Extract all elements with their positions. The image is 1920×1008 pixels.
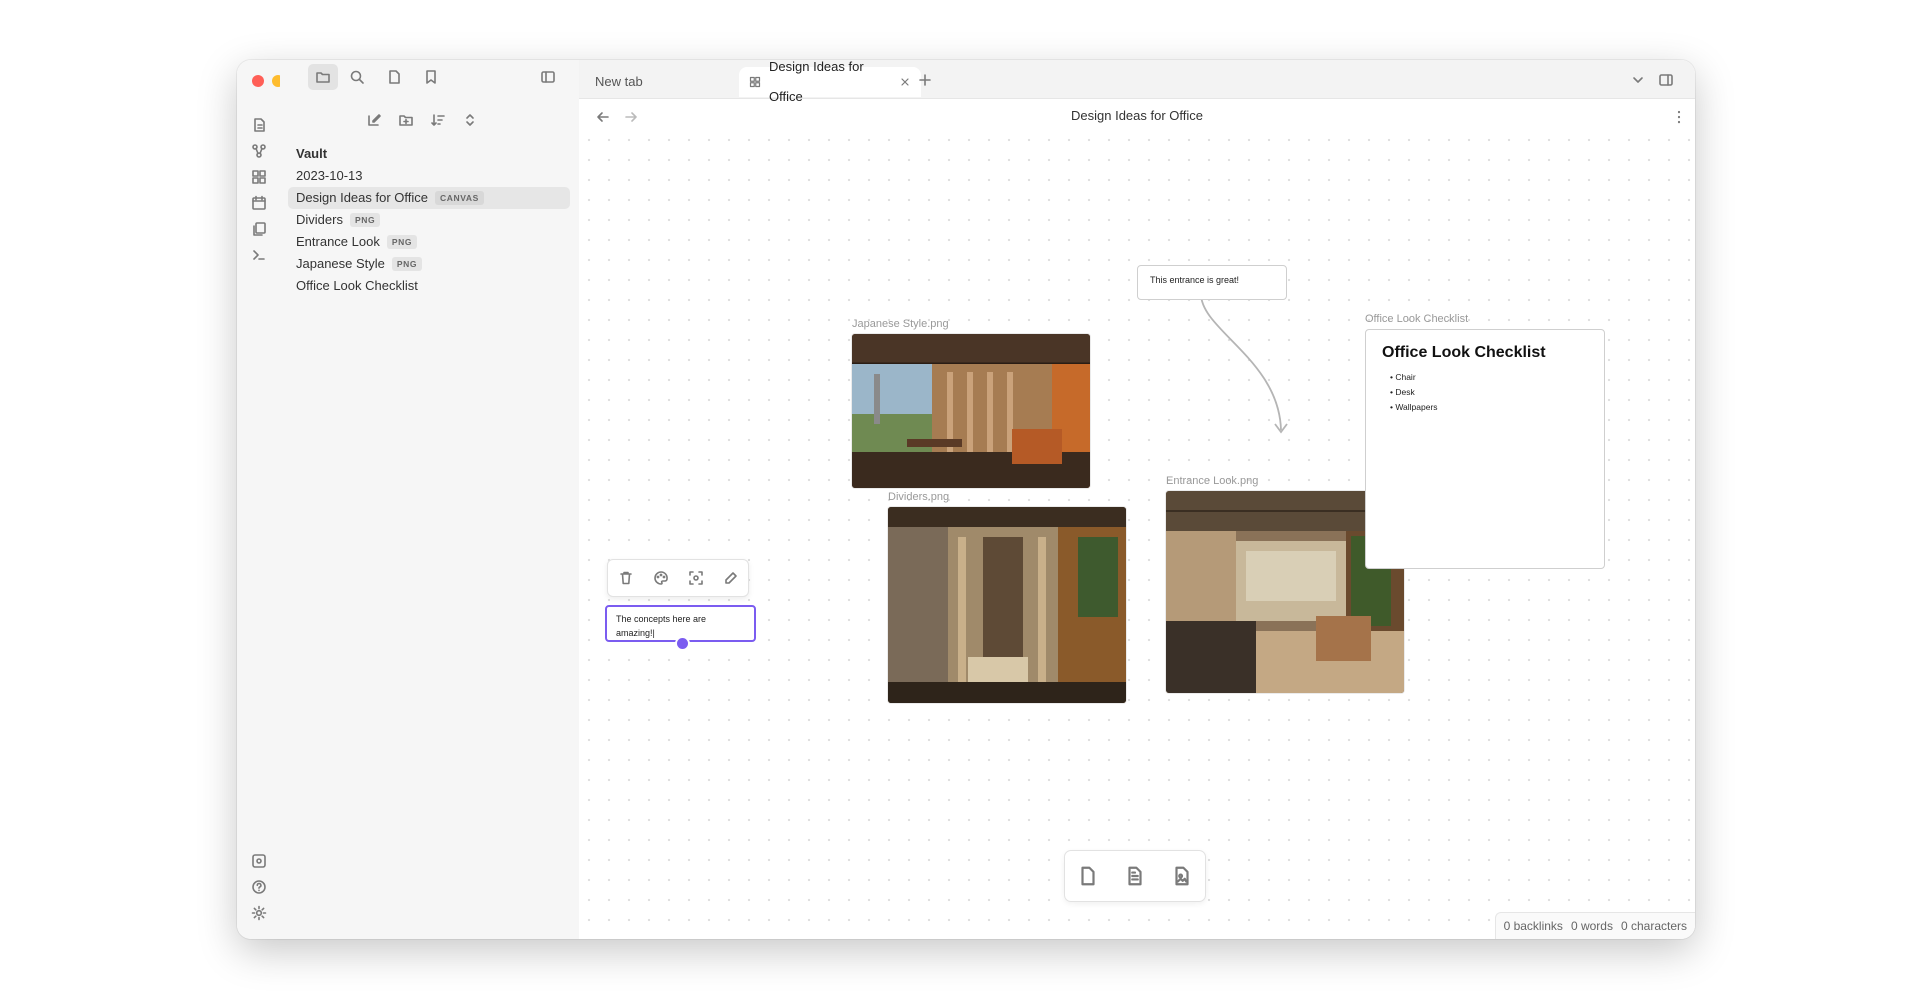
open-quick-switcher-icon[interactable] — [246, 112, 272, 138]
node-label: Japanese Style.png — [852, 318, 949, 330]
close-tab-icon[interactable] — [899, 76, 911, 88]
entrance-note-card[interactable]: This entrance is great! — [1137, 265, 1287, 300]
file-item-label: Entrance Look — [296, 234, 380, 249]
file-item[interactable]: Japanese Style PNG — [296, 253, 423, 275]
vault-name[interactable]: Vault — [296, 143, 327, 165]
file-type-badge: CANVAS — [435, 191, 484, 205]
file-type-badge: PNG — [386, 235, 418, 249]
canvas-add-toolbar — [1064, 850, 1206, 902]
color-palette-icon[interactable] — [653, 570, 669, 586]
canvas-tab-icon — [749, 76, 761, 88]
canvas-icon[interactable] — [246, 164, 272, 190]
search-icon[interactable] — [344, 64, 370, 90]
resize-handle[interactable] — [675, 636, 690, 651]
bookmark-icon[interactable] — [418, 64, 444, 90]
japanese-style-image[interactable] — [852, 334, 1090, 488]
graph-view-icon[interactable] — [246, 138, 272, 164]
node-label: Dividers.png — [888, 491, 950, 503]
trash-icon[interactable] — [618, 570, 634, 586]
ribbon — [237, 60, 304, 939]
file-icon[interactable] — [381, 64, 407, 90]
file-item[interactable]: 2023-10-13 — [296, 165, 363, 187]
dividers-image[interactable] — [888, 507, 1126, 703]
node-toolbar — [607, 559, 749, 597]
file-item-label: Design Ideas for Office — [296, 190, 428, 205]
zoom-to-selection-icon[interactable] — [688, 570, 704, 586]
file-item[interactable]: Entrance Look PNG — [296, 231, 418, 253]
file-type-badge: PNG — [391, 257, 423, 271]
word-count: 0 words — [1570, 919, 1613, 933]
file-item[interactable]: Dividers PNG — [296, 209, 381, 231]
collapse-expand-icon[interactable] — [457, 107, 483, 133]
file-item-label: Dividers — [296, 212, 343, 227]
add-card-icon[interactable] — [1077, 865, 1099, 887]
command-palette-icon[interactable] — [246, 242, 272, 268]
checklist-item: • Wallpapers — [1390, 402, 1438, 412]
canvas-board[interactable]: Japanese Style.png Dividers.png This ent… — [579, 130, 1695, 939]
toggle-sidebar-icon[interactable] — [535, 64, 561, 90]
tab-new-tab[interactable]: New tab — [591, 67, 745, 97]
file-item[interactable]: Office Look Checklist — [296, 275, 418, 297]
more-options-icon[interactable] — [1667, 105, 1691, 129]
node-label: Office Look Checklist — [1365, 313, 1469, 325]
main-area: New tab Design Ideas for Office Design I… — [579, 60, 1695, 939]
app-window: Vault 2023-10-13 Design Ideas for Office… — [237, 60, 1695, 939]
character-count: 0 characters — [1620, 919, 1687, 933]
vault-switcher-icon[interactable] — [246, 848, 272, 874]
view-header-title[interactable]: Design Ideas for Office — [579, 108, 1695, 123]
file-item-label: Japanese Style — [296, 256, 385, 271]
checklist-item: • Desk — [1390, 387, 1415, 397]
file-explorer: Vault 2023-10-13 Design Ideas for Office… — [280, 60, 580, 939]
new-note-icon[interactable] — [361, 107, 387, 133]
calendar-icon[interactable] — [246, 190, 272, 216]
checklist-item: • Chair — [1390, 372, 1416, 382]
backlinks-count[interactable]: 0 backlinks — [1504, 913, 1563, 939]
tab-list-chevron-icon[interactable] — [1626, 68, 1650, 92]
add-media-icon[interactable] — [1171, 865, 1193, 887]
dividers-picture — [888, 507, 1126, 703]
toggle-right-sidebar-icon[interactable] — [1654, 68, 1678, 92]
node-label: Entrance Look.png — [1166, 475, 1259, 487]
tab-bar: New tab Design Ideas for Office — [579, 60, 1695, 104]
tab-label: Design Ideas for Office — [769, 60, 864, 104]
file-item-label: 2023-10-13 — [296, 168, 363, 183]
new-tab-plus-icon[interactable] — [913, 68, 937, 92]
status-bar: 0 backlinks 0 words 0 characters — [1494, 912, 1695, 939]
sort-order-icon[interactable] — [425, 107, 451, 133]
add-note-from-vault-icon[interactable] — [1124, 865, 1146, 887]
checklist-title: Office Look Checklist — [1382, 344, 1546, 361]
japanese-style-picture — [852, 334, 1090, 488]
files-folder-icon[interactable] — [308, 64, 338, 90]
settings-gear-icon[interactable] — [246, 900, 272, 926]
file-type-badge: PNG — [349, 213, 381, 227]
tab-design-ideas[interactable]: Design Ideas for Office — [739, 60, 921, 104]
checklist-card[interactable]: Office Look Checklist • Chair • Desk • W… — [1365, 329, 1605, 569]
new-folder-icon[interactable] — [393, 107, 419, 133]
help-icon[interactable] — [246, 874, 272, 900]
file-item-active[interactable]: Design Ideas for Office CANVAS — [288, 187, 570, 209]
close-window-button[interactable] — [252, 75, 264, 87]
templates-icon[interactable] — [246, 216, 272, 242]
edit-pencil-icon[interactable] — [723, 570, 739, 586]
file-item-label: Office Look Checklist — [296, 278, 418, 293]
